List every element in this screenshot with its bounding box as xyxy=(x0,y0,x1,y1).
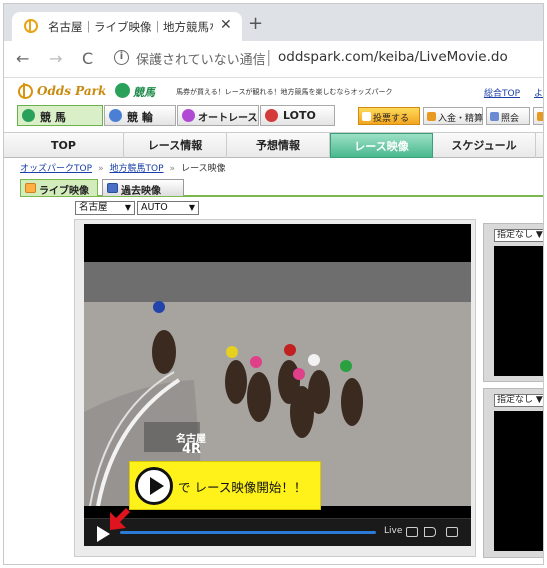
tab-label: 過去映像 xyxy=(121,186,161,197)
red-pointer-arrow-icon xyxy=(110,508,130,530)
tab-label: ライブ映像 xyxy=(39,186,89,197)
category-label: 競 輪 xyxy=(127,111,153,124)
oddspark-logo-text[interactable]: Odds Park xyxy=(37,84,106,98)
tab-live-video[interactable]: ライブ映像 xyxy=(20,179,98,197)
sub-video-panel-2: 指定なし ▼ xyxy=(483,388,543,558)
more-button[interactable] xyxy=(533,107,543,125)
info-icon[interactable]: i xyxy=(114,50,129,65)
mode-select[interactable]: AUTO ▼ xyxy=(137,201,199,215)
inquiry-label: 照会 xyxy=(501,114,520,124)
reload-icon[interactable]: C xyxy=(82,49,93,68)
browser-tab[interactable]: 名古屋｜ライブ映像｜地方競馬な ✕ xyxy=(12,12,242,41)
nav-top[interactable]: TOP xyxy=(4,133,124,158)
close-tab-icon[interactable]: ✕ xyxy=(220,17,232,33)
start-instruction-banner: で レース映像開始！！ xyxy=(129,461,321,510)
video-tabs: ライブ映像 過去映像 xyxy=(20,179,543,197)
breadcrumb-home[interactable]: オッズパークTOP xyxy=(20,164,92,174)
nav-race-info[interactable]: レース情報 xyxy=(124,133,227,158)
sub-video-select-2[interactable]: 指定なし ▼ xyxy=(494,394,543,407)
category-autorace[interactable]: オートレース xyxy=(177,105,259,126)
race-number-badge: 4R xyxy=(182,442,202,457)
oddspark-favicon-icon xyxy=(24,19,38,33)
venue-value: 名古屋 xyxy=(79,202,108,213)
category-loto[interactable]: LOTO xyxy=(260,105,335,126)
sub-video-screen-1[interactable] xyxy=(494,246,543,376)
back-icon[interactable]: ← xyxy=(16,49,29,68)
url-divider: | xyxy=(266,47,272,66)
category-keirin[interactable]: 競 輪 xyxy=(104,105,176,126)
deposit-label: 入金・精算 xyxy=(438,114,484,124)
venue-select[interactable]: 名古屋 ▼ xyxy=(75,201,135,215)
main-nav: TOP レース情報 予想情報 レース映像 スケジュール xyxy=(4,132,543,158)
address-bar[interactable]: i 保護されていない通信 | oddspark.com/keiba/LiveMo… xyxy=(106,47,543,73)
tab-past-video[interactable]: 過去映像 xyxy=(102,179,184,197)
keiba-logo-text: 競馬 xyxy=(133,86,155,99)
breadcrumb-keiba[interactable]: 地方競馬TOP xyxy=(110,164,164,174)
play-circle-icon xyxy=(135,467,173,505)
category-keiba[interactable]: 競 馬 xyxy=(17,105,103,126)
url-text: oddspark.com/keiba/LiveMovie.do xyxy=(278,49,508,65)
inquiry-button[interactable]: 照会 xyxy=(486,107,530,125)
breadcrumb: オッズパークTOP » 地方競馬TOP » レース映像 xyxy=(20,161,226,174)
volume-icon[interactable] xyxy=(424,527,436,537)
category-bar: 競 馬 競 輪 オートレース LOTO 投票する 入金・精算 照会 xyxy=(4,105,543,127)
sub-select-value: 指定なし xyxy=(497,395,534,405)
quality-icon[interactable] xyxy=(406,527,418,537)
start-instruction-text: で レース映像開始！！ xyxy=(178,480,307,495)
vote-label: 投票する xyxy=(373,114,410,124)
chevron-down-icon: ▼ xyxy=(124,203,131,212)
breadcrumb-current: レース映像 xyxy=(181,164,226,174)
sub-video-panel-1: 指定なし ▼ xyxy=(483,223,543,382)
tab-title: 名古屋｜ライブ映像｜地方競馬な xyxy=(48,20,213,34)
vote-button[interactable]: 投票する xyxy=(358,107,420,125)
oddspark-logo-icon[interactable] xyxy=(18,83,33,99)
bicycle-icon xyxy=(109,109,122,122)
deposit-button[interactable]: 入金・精算 xyxy=(423,107,483,125)
tab-strip: 名古屋｜ライブ映像｜地方競馬な ✕ + xyxy=(4,4,543,41)
site-header: Odds Park 競馬 馬券が買える！レースが観れる！地方競馬を楽しむならオッ… xyxy=(4,78,543,104)
category-label: 競 馬 xyxy=(40,111,66,124)
deposit-icon xyxy=(427,112,436,121)
browser-window: 名古屋｜ライブ映像｜地方競馬な ✕ + ← → C i 保護されていない通信 |… xyxy=(3,3,544,565)
general-top-link[interactable]: 総合TOP xyxy=(484,86,520,99)
new-tab-icon[interactable]: + xyxy=(248,13,263,34)
loto-icon xyxy=(265,109,278,122)
tv-icon xyxy=(25,183,36,193)
category-label: LOTO xyxy=(283,109,316,122)
seek-bar[interactable] xyxy=(120,531,376,534)
sub-select-value: 指定なし xyxy=(497,230,534,240)
chevron-down-icon: ▼ xyxy=(535,395,543,405)
breadcrumb-separator: » xyxy=(98,164,104,174)
live-label: Live xyxy=(384,526,403,536)
sub-video-screen-2[interactable] xyxy=(494,411,543,551)
chevron-down-icon: ▼ xyxy=(535,230,543,240)
security-status: 保護されていない通信 xyxy=(136,53,266,68)
video-controls: Live xyxy=(84,518,471,546)
fullscreen-icon[interactable] xyxy=(446,527,458,537)
more-icon xyxy=(537,112,543,121)
sub-video-select-1[interactable]: 指定なし ▼ xyxy=(494,229,543,242)
browser-toolbar: ← → C i 保護されていない通信 | oddspark.com/keiba/… xyxy=(4,41,543,78)
nav-prediction[interactable]: 予想情報 xyxy=(227,133,330,158)
chevron-down-icon: ▼ xyxy=(188,203,195,212)
forward-icon[interactable]: → xyxy=(49,49,62,68)
breadcrumb-separator: » xyxy=(169,164,176,174)
film-icon xyxy=(107,183,118,193)
nav-schedule[interactable]: スケジュール xyxy=(433,133,536,158)
nav-race-video[interactable]: レース映像 xyxy=(330,133,433,158)
faq-link[interactable]: よく xyxy=(534,86,543,99)
keiba-logo-icon xyxy=(115,83,130,98)
site-tagline: 馬券が買える！レースが観れる！地方競馬を楽しむならオッズパーク xyxy=(176,88,393,96)
inquiry-icon xyxy=(490,112,499,121)
motorbike-icon xyxy=(182,109,195,122)
category-label: オートレース xyxy=(198,113,258,124)
horse-icon xyxy=(22,109,35,122)
mode-value: AUTO xyxy=(141,202,168,213)
vote-icon xyxy=(362,112,371,121)
